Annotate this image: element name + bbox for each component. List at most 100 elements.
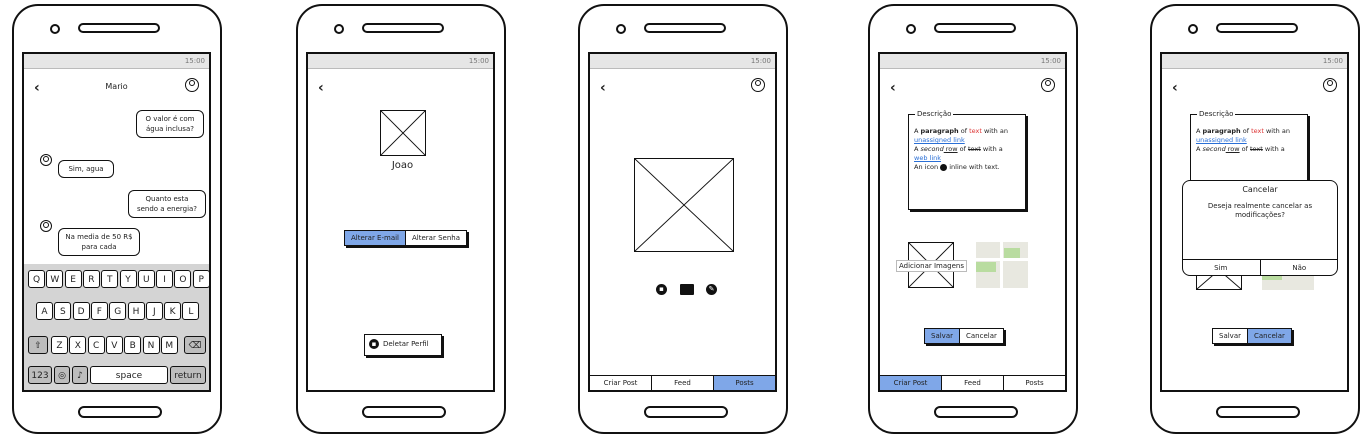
speaker: [1216, 23, 1298, 33]
save-button[interactable]: Salvar: [925, 329, 960, 343]
key-u[interactable]: U: [137, 270, 155, 288]
trash-icon: ▪: [369, 339, 379, 349]
home-button[interactable]: [934, 406, 1018, 418]
phone-create-post: 15:00 ‹ Descrição A paragraph of text wi…: [868, 4, 1078, 434]
tab-posts[interactable]: Posts: [1004, 376, 1065, 390]
key-f[interactable]: F: [90, 302, 108, 320]
globe-key[interactable]: ◎: [54, 366, 70, 384]
key-j[interactable]: J: [145, 302, 163, 320]
screen: 15:00 ‹ Descrição A paragraph of text wi…: [1160, 52, 1349, 392]
key-i[interactable]: I: [156, 270, 174, 288]
profile-icon[interactable]: [751, 78, 765, 92]
key-a[interactable]: A: [36, 302, 53, 320]
cancel-dialog: Cancelar Deseja realmente cancelar as mo…: [1182, 180, 1338, 276]
key-y[interactable]: Y: [119, 270, 137, 288]
key-k[interactable]: K: [164, 302, 182, 320]
yes-button[interactable]: Sim: [1182, 260, 1261, 276]
no-button[interactable]: Não: [1261, 260, 1339, 276]
trash-icon[interactable]: ▪: [656, 284, 667, 295]
edit-icon[interactable]: ✎: [706, 284, 717, 295]
shift-key[interactable]: ⇧: [28, 336, 48, 354]
map-thumbnail: [976, 242, 1028, 288]
camera: [334, 24, 344, 34]
dialog-title: Cancelar: [1242, 185, 1278, 194]
change-email-tab[interactable]: Alterar E-mail: [345, 231, 407, 245]
back-icon[interactable]: ‹: [890, 80, 896, 96]
tab-feed[interactable]: Feed: [652, 376, 714, 390]
avatar: [40, 220, 52, 232]
back-icon[interactable]: ‹: [1172, 80, 1178, 96]
mic-key[interactable]: ♪: [72, 366, 88, 384]
tab-posts[interactable]: Posts: [714, 376, 775, 390]
speaker: [644, 23, 726, 33]
screen: 15:00 ‹ Mario O valor é com água inclusa…: [22, 52, 211, 392]
description-field[interactable]: Descrição A paragraph of text with an un…: [908, 110, 1026, 210]
tab-feed[interactable]: Feed: [942, 376, 1004, 390]
key-d[interactable]: D: [72, 302, 90, 320]
bottom-tab-bar: Criar Post Feed Posts: [590, 375, 775, 390]
key-p[interactable]: P: [192, 270, 209, 288]
unassigned-link[interactable]: unassigned link: [1196, 136, 1247, 144]
key-s[interactable]: S: [54, 302, 72, 320]
home-button[interactable]: [644, 406, 728, 418]
backspace-key[interactable]: ⌫: [184, 336, 206, 354]
screen: 15:00 ‹ ▪ ✎ Criar Post Feed Posts: [588, 52, 777, 392]
message-bubble-right: O valor é com água inclusa?: [136, 110, 204, 138]
folder-icon[interactable]: [680, 284, 694, 295]
change-password-tab[interactable]: Alterar Senha: [406, 231, 466, 245]
key-h[interactable]: H: [127, 302, 145, 320]
web-link[interactable]: web link: [914, 154, 941, 162]
key-w[interactable]: W: [46, 270, 64, 288]
key-m[interactable]: M: [160, 336, 178, 354]
post-image-placeholder: [634, 158, 734, 252]
status-bar: 15:00: [308, 54, 493, 69]
return-key[interactable]: return: [170, 366, 206, 384]
tab-create-post[interactable]: Criar Post: [590, 376, 652, 390]
back-icon[interactable]: ‹: [318, 80, 324, 96]
description-legend: Descrição: [915, 110, 954, 119]
unassigned-link[interactable]: unassigned link: [914, 136, 965, 144]
key-x[interactable]: X: [69, 336, 87, 354]
profile-icon[interactable]: [1323, 78, 1337, 92]
save-button[interactable]: Salvar: [1213, 329, 1248, 343]
home-button[interactable]: [362, 406, 446, 418]
back-icon[interactable]: ‹: [600, 80, 606, 96]
profile-icon[interactable]: [1041, 78, 1055, 92]
message-bubble-left: Sim, agua: [58, 160, 114, 178]
profile-icon[interactable]: [185, 78, 199, 92]
key-g[interactable]: G: [109, 302, 127, 320]
cancel-button[interactable]: Cancelar: [960, 329, 1003, 343]
space-key[interactable]: space: [90, 366, 168, 384]
account-segmented-control: Alterar E-mail Alterar Senha: [344, 230, 467, 246]
key-q[interactable]: Q: [28, 270, 45, 288]
key-r[interactable]: R: [82, 270, 100, 288]
key-t[interactable]: T: [101, 270, 119, 288]
key-v[interactable]: V: [105, 336, 123, 354]
avatar: [40, 154, 52, 166]
camera: [616, 24, 626, 34]
phone-profile: 15:00 ‹ Joao Alterar E-mail Alterar Senh…: [296, 4, 506, 434]
numbers-key[interactable]: 123: [28, 366, 52, 384]
add-images-button[interactable]: Adicionar Imagens: [896, 260, 967, 272]
delete-profile-button[interactable]: ▪ Deletar Perfil: [364, 334, 442, 356]
key-c[interactable]: C: [87, 336, 105, 354]
key-e[interactable]: E: [64, 270, 82, 288]
tab-create-post[interactable]: Criar Post: [880, 376, 942, 390]
key-b[interactable]: B: [124, 336, 142, 354]
keyboard: QWERTYUIOP ASDFGHJKL ZXCVBNM ⇧ ⌫ 123 ◎ ♪…: [24, 264, 209, 390]
screen: 15:00 ‹ Joao Alterar E-mail Alterar Senh…: [306, 52, 495, 392]
home-button[interactable]: [1216, 406, 1300, 418]
phone-post: 15:00 ‹ ▪ ✎ Criar Post Feed Posts: [578, 4, 788, 434]
key-n[interactable]: N: [142, 336, 160, 354]
dialog-message: Deseja realmente cancelar as modificaçõe…: [1207, 202, 1313, 219]
home-button[interactable]: [78, 406, 162, 418]
cancel-button[interactable]: Cancelar: [1248, 329, 1291, 343]
key-l[interactable]: L: [182, 302, 200, 320]
profile-name: Joao: [391, 160, 414, 171]
description-legend: Descrição: [1197, 110, 1236, 119]
camera: [1188, 24, 1198, 34]
message-bubble-left: Na media de 50 R$ para cada: [58, 228, 140, 256]
key-o[interactable]: O: [174, 270, 192, 288]
status-bar: 15:00: [1162, 54, 1347, 69]
key-z[interactable]: Z: [51, 336, 68, 354]
